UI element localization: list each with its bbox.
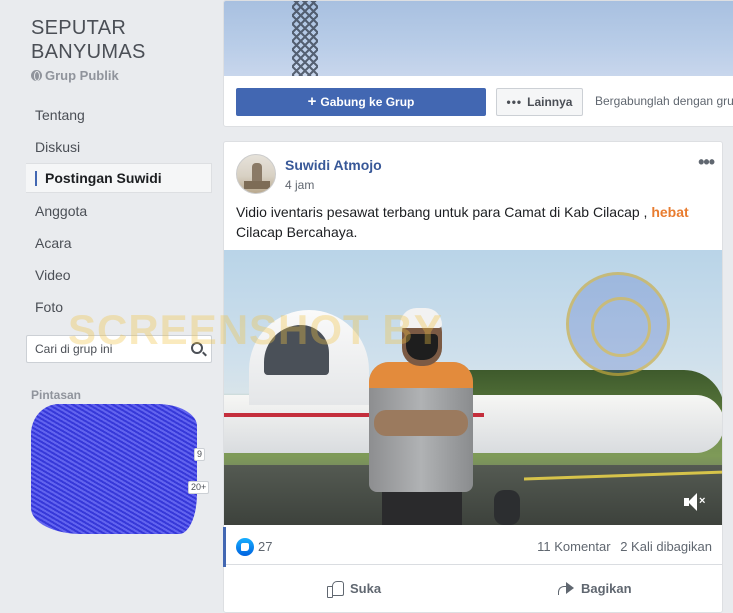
group-title[interactable]: SEPUTAR BANYUMAS — [31, 16, 146, 64]
more-button[interactable]: ••• Lainnya — [496, 88, 583, 116]
redaction-scribble — [31, 404, 197, 534]
group-nav: Tentang Diskusi Postingan Suwidi Anggota… — [26, 99, 212, 323]
video-person-arms — [374, 410, 468, 436]
video-person-legs — [382, 488, 462, 525]
nav-item-foto[interactable]: Foto — [26, 291, 212, 323]
shortcut-badge: 9 — [194, 448, 206, 461]
video-person-cap — [400, 308, 442, 328]
post-video[interactable]: × — [224, 250, 722, 525]
cover-tower-image — [292, 1, 318, 76]
group-title-line1: SEPUTAR — [31, 17, 127, 39]
focus-indicator — [223, 527, 226, 567]
avatar[interactable] — [236, 154, 276, 194]
share-button[interactable]: Bagikan — [558, 571, 632, 605]
post-time[interactable]: 4 jam — [285, 178, 314, 192]
plus-icon: + — [307, 93, 317, 110]
nav-item-anggota[interactable]: Anggota — [26, 195, 212, 227]
nav-item-acara[interactable]: Acara — [26, 227, 212, 259]
post-author[interactable]: Suwidi Atmojo — [285, 157, 382, 173]
like-button[interactable]: Suka — [327, 571, 381, 605]
post-text-main: Vidio iventaris pesawat terbang untuk pa… — [236, 204, 648, 220]
group-privacy: Grup Publik — [31, 68, 119, 83]
like-count[interactable]: 27 — [258, 539, 272, 554]
cover-photo[interactable] — [224, 1, 733, 76]
group-search — [26, 335, 212, 363]
more-label: Lainnya — [527, 95, 573, 109]
join-hint-text: Bergabunglah dengan gru — [595, 94, 733, 108]
globe-icon — [31, 70, 42, 81]
more-dots-icon: ••• — [506, 95, 523, 109]
post-text-tail: Cilacap Bercahaya. — [236, 224, 358, 240]
post-stats: 27 11 Komentar 2 Kali dibagikan — [224, 525, 722, 565]
nav-item-postingan-suwidi[interactable]: Postingan Suwidi — [26, 163, 212, 193]
group-title-line2: BANYUMAS — [31, 41, 146, 63]
share-arrow-icon — [558, 581, 574, 595]
group-header-card: + Gabung ke Grup ••• Lainnya Bergabungla… — [223, 0, 733, 127]
shortcut-badge: 20+ — [188, 481, 210, 494]
join-group-label: Gabung ke Grup — [320, 95, 415, 109]
video-person-mask — [406, 334, 438, 360]
thumbs-up-icon — [327, 580, 344, 598]
post-engagement: 11 Komentar 2 Kali dibagikan — [537, 539, 712, 554]
share-label: Bagikan — [581, 580, 632, 596]
group-search-input[interactable] — [27, 336, 177, 362]
nav-item-tentang[interactable]: Tentang — [26, 99, 212, 131]
like-reaction-icon[interactable] — [236, 538, 254, 556]
nav-item-diskusi[interactable]: Diskusi — [26, 131, 212, 163]
post-text: Vidio iventaris pesawat terbang untuk pa… — [236, 202, 706, 242]
post-text-highlight[interactable]: hebat — [651, 204, 688, 220]
post-card: Suwidi Atmojo 4 jam ••• Vidio iventaris … — [223, 141, 723, 613]
group-sidebar: SEPUTAR BANYUMAS Grup Publik Tentang Dis… — [0, 0, 222, 613]
search-icon[interactable] — [191, 342, 203, 354]
mute-icon[interactable]: × — [684, 493, 706, 511]
ellipsis-icon[interactable]: ••• — [698, 152, 715, 173]
like-label: Suka — [350, 580, 382, 596]
comment-count[interactable]: 11 Komentar — [537, 539, 610, 554]
shortcuts-heading: Pintasan — [31, 388, 82, 402]
group-privacy-label: Grup Publik — [45, 68, 119, 83]
post-actions: Suka Bagikan — [224, 571, 722, 605]
video-plane-wheel — [494, 490, 520, 525]
nav-item-video[interactable]: Video — [26, 259, 212, 291]
join-group-button[interactable]: + Gabung ke Grup — [236, 88, 486, 116]
share-count[interactable]: 2 Kali dibagikan — [620, 539, 712, 554]
